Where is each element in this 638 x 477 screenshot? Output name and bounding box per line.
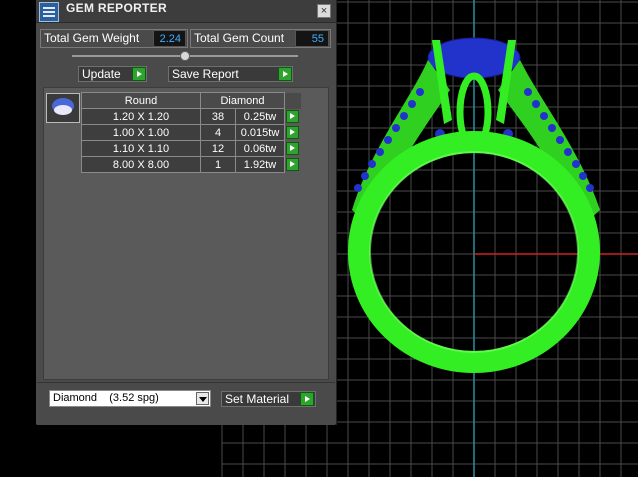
ring-model[interactable] — [348, 37, 600, 373]
chevron-down-icon[interactable] — [196, 392, 209, 405]
gem-size-cell: 1.00 X 1.00 — [81, 124, 201, 141]
save-report-button[interactable]: Save Report — [168, 66, 293, 82]
row-select-arrow-icon[interactable] — [286, 126, 299, 139]
total-weight-value: 2.24 — [153, 30, 186, 47]
total-weight-label: Total Gem Weight — [44, 31, 140, 45]
gem-weight-cell: 0.25tw — [235, 108, 285, 125]
material-select-value: Diamond (3.52 spg) — [53, 392, 159, 404]
gem-count-cell: 1 — [200, 156, 236, 173]
gem-reporter-panel: GEM REPORTER × Total Gem Weight 2.24 Tot… — [36, 0, 337, 425]
table-row[interactable]: 1.00 X 1.00 4 0.015tw — [81, 124, 301, 141]
update-button-label: Update — [82, 67, 121, 81]
gem-table-header: Round Diamond — [81, 92, 301, 109]
gem-count-cell: 38 — [200, 108, 236, 125]
table-row[interactable]: 1.10 X 1.10 12 0.06tw — [81, 140, 301, 157]
round-gem-icon — [52, 98, 74, 115]
gem-weight-cell: 1.92tw — [235, 156, 285, 173]
save-report-button-label: Save Report — [172, 67, 239, 81]
shape-header: Round — [81, 92, 201, 109]
row-select-arrow-icon[interactable] — [286, 110, 299, 123]
window-title: GEM REPORTER — [66, 1, 167, 15]
gem-weight-cell: 0.06tw — [235, 140, 285, 157]
gem-weight-cell: 0.015tw — [235, 124, 285, 141]
gem-reporter-icon — [39, 2, 59, 22]
table-row[interactable]: 1.20 X 1.20 38 0.25tw — [81, 108, 301, 125]
title-bar[interactable]: GEM REPORTER × — [36, 0, 336, 23]
row-select-arrow-icon[interactable] — [286, 158, 300, 171]
gem-table: Round Diamond 1.20 X 1.20 38 0.25tw 1.00… — [81, 92, 301, 173]
material-select[interactable]: Diamond (3.52 spg) — [49, 390, 211, 407]
gem-size-cell: 1.10 X 1.10 — [81, 140, 201, 157]
table-row[interactable]: 8.00 X 8.00 1 1.92tw — [81, 156, 301, 173]
gem-size-cell: 1.20 X 1.20 — [81, 108, 201, 125]
close-button[interactable]: × — [317, 4, 331, 18]
update-arrow-icon[interactable] — [132, 67, 146, 81]
gem-count-cell: 4 — [200, 124, 236, 141]
save-report-arrow-icon[interactable] — [278, 67, 292, 81]
gem-size-cell: 8.00 X 8.00 — [81, 156, 201, 173]
set-material-button-label: Set Material — [225, 392, 290, 406]
round-diamond-thumbnail[interactable] — [46, 93, 80, 123]
panel-slider-handle[interactable] — [180, 51, 190, 61]
gem-count-cell: 12 — [200, 140, 236, 157]
row-select-arrow-icon[interactable] — [286, 142, 299, 155]
set-material-arrow-icon[interactable] — [300, 392, 314, 406]
material-header: Diamond — [200, 92, 285, 109]
total-count-value: 55 — [295, 30, 329, 47]
total-count-label: Total Gem Count — [194, 31, 285, 45]
